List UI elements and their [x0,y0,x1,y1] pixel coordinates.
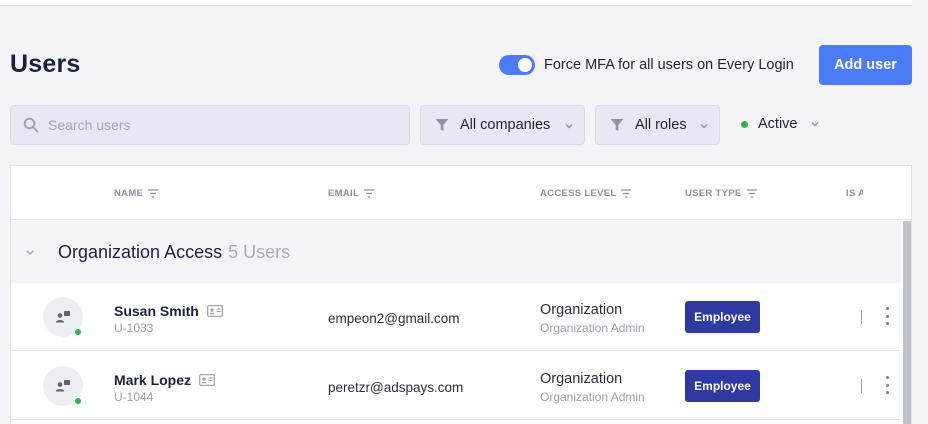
user-name: Mark Lopez [114,372,215,388]
sort-icon [746,189,757,198]
group-count: 5 Users [228,241,291,262]
column-header-label: IS A [846,188,863,199]
search-box [10,105,410,145]
funnel-icon [435,119,449,131]
kebab-menu-icon [885,391,889,394]
column-header-name[interactable]: NAME [114,188,159,199]
table-header: NAME EMAIL ACCESS LEVEL USER TYPE IS A [11,166,911,220]
online-indicator [74,328,82,336]
roles-filter-label: All roles [635,117,687,133]
kebab-menu-icon [885,322,889,325]
column-header-access-level[interactable]: ACCESS LEVEL [540,188,632,199]
chevron-down-icon [26,250,34,255]
user-type-badge: Employee [685,370,760,402]
column-header-user-type[interactable]: USER TYPE [685,188,757,199]
user-email: empeon2@gmail.com [328,311,460,326]
column-header-label: USER TYPE [685,188,742,199]
column-header-is[interactable]: IS A [846,188,863,199]
companies-filter-label: All companies [460,117,551,133]
sort-icon [148,189,159,198]
user-avatar-icon [55,311,70,323]
chevron-down-icon [565,124,573,129]
table-row[interactable]: Susan Smith U-1033 empeon2@gmail.com Org… [11,283,901,351]
access-level: Organization [540,371,623,387]
add-user-button[interactable]: Add user [819,45,912,85]
status-filter[interactable]: Active [741,116,820,132]
kebab-menu-icon [885,376,889,379]
user-id: U-1033 [114,321,154,335]
user-name-text: Susan Smith [114,303,199,319]
kebab-menu-icon [885,314,889,318]
search-input[interactable] [48,117,388,133]
toggle-knob [518,58,532,72]
status-filter-label: Active [758,116,798,132]
row-divider [861,310,862,324]
sort-icon [621,189,632,198]
column-header-label: NAME [114,188,144,199]
mfa-label: Force MFA for all users on Every Login [544,57,794,73]
id-card-icon[interactable] [206,305,223,317]
user-name-text: Mark Lopez [114,372,192,388]
sort-icon [364,189,375,198]
group-title: Organization Access [58,241,223,262]
user-email: peretzr@adspays.com [328,380,464,395]
group-header-organization-access[interactable]: Organization Access 5 Users [11,221,901,283]
online-indicator [74,397,82,405]
user-id: U-1044 [114,390,154,404]
user-name: Susan Smith [114,303,223,319]
chevron-down-icon [700,124,708,129]
access-level: Organization [540,302,623,318]
status-dot [741,120,748,128]
column-header-label: ACCESS LEVEL [540,188,617,199]
top-divider [0,0,912,6]
search-icon [23,117,39,133]
id-card-icon[interactable] [199,374,215,386]
chevron-down-icon [811,122,818,127]
mfa-setting: Force MFA for all users on Every Login [499,55,794,75]
user-avatar-icon [55,380,70,392]
page-title: Users [10,50,81,78]
roles-filter[interactable]: All roles [595,105,720,145]
column-header-label: EMAIL [328,188,360,199]
kebab-menu-icon [885,383,889,387]
avatar [43,366,83,406]
users-table: NAME EMAIL ACCESS LEVEL USER TYPE IS A O… [10,165,912,424]
row-menu-button[interactable] [883,376,891,394]
access-role: Organization Admin [540,390,645,404]
avatar [43,297,83,337]
companies-filter[interactable]: All companies [420,105,585,145]
row-menu-button[interactable] [883,307,891,325]
table-scrollbar[interactable] [903,221,911,424]
user-type-badge: Employee [685,301,760,333]
table-row[interactable]: Mark Lopez U-1044 peretzr@adspays.com Or… [11,352,901,420]
row-divider [861,379,862,393]
access-role: Organization Admin [540,321,645,335]
funnel-icon [610,119,624,131]
kebab-menu-icon [885,307,889,310]
column-header-email[interactable]: EMAIL [328,188,375,199]
mfa-toggle[interactable] [499,55,535,75]
